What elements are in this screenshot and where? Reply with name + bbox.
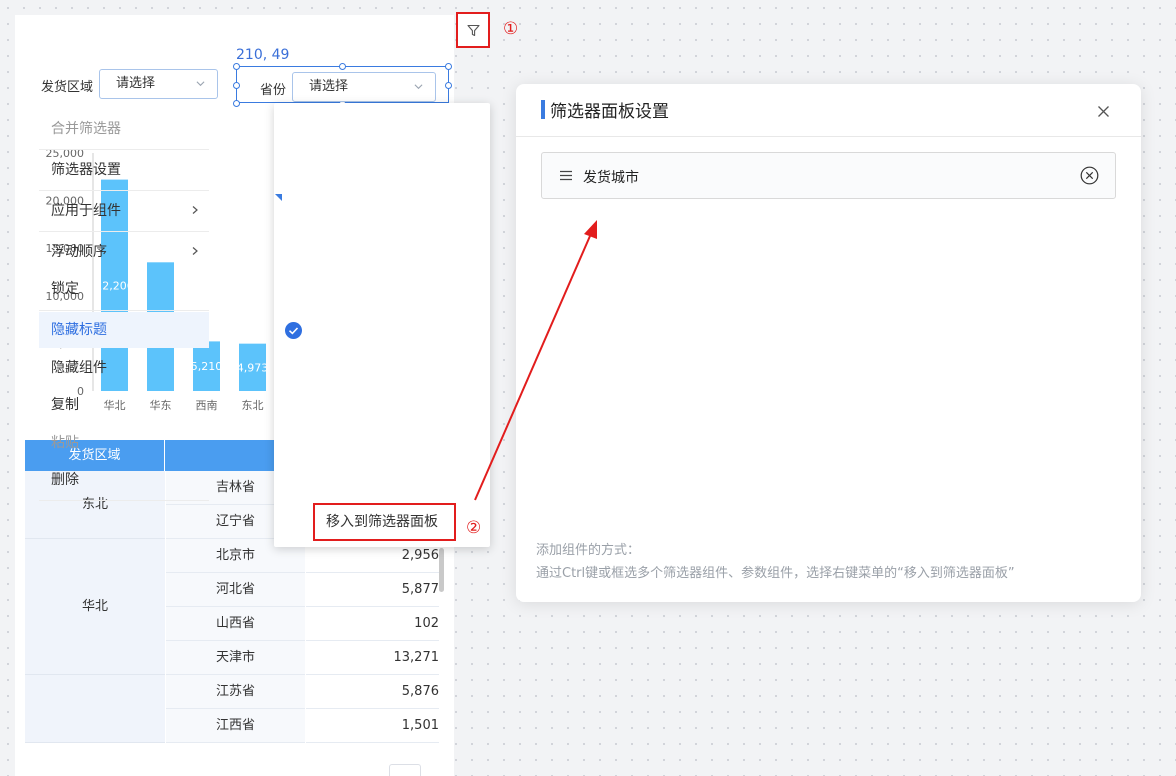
resize-handle[interactable] xyxy=(339,63,346,70)
resize-handle[interactable] xyxy=(233,82,240,89)
title-accent-bar xyxy=(541,100,545,119)
menu-item-label: 粘贴 xyxy=(51,435,79,451)
table-value-cell: 102 xyxy=(306,607,439,641)
table-province-cell: 天津市 xyxy=(166,641,305,675)
province-select-value: 请选择 xyxy=(309,79,349,94)
table-province-cell: 河北省 xyxy=(166,573,305,607)
step-1-badge: ① xyxy=(503,19,519,39)
step-2-badge: ② xyxy=(466,518,482,538)
chevron-right-icon xyxy=(192,247,198,255)
menu-item-label: 应用于组件 xyxy=(51,203,121,219)
menu-item-label: 移入到筛选器面板 xyxy=(326,514,438,530)
menu-item-hide-title[interactable]: 隐藏标题 xyxy=(39,312,209,348)
menu-item-paste[interactable]: 粘贴 xyxy=(39,424,209,462)
menu-divider xyxy=(39,310,209,311)
filter-panel-item-label: 发货城市 xyxy=(583,170,639,186)
table-province-cell: 山西省 xyxy=(166,607,305,641)
menu-divider xyxy=(39,231,209,232)
table-region-cell: 华北 xyxy=(25,539,165,675)
region-select[interactable]: 请选择 xyxy=(99,69,218,99)
resize-handle[interactable] xyxy=(445,63,452,70)
table-value-cell: 5,876 xyxy=(306,675,439,709)
chevron-down-icon xyxy=(196,81,205,87)
menu-item-label: 筛选器设置 xyxy=(51,162,121,178)
menu-item-copy[interactable]: 复制 xyxy=(39,386,209,424)
add-component-hint: 添加组件的方式： 通过Ctrl键或框选多个筛选器组件、参数组件，选择右键菜单的“… xyxy=(536,539,1015,585)
menu-item-float-order[interactable]: 浮动顺序 xyxy=(39,233,209,271)
menu-item-label: 合并筛选器 xyxy=(51,121,121,137)
table-province-cell: 江西省 xyxy=(166,709,305,743)
resize-handle[interactable] xyxy=(445,82,452,89)
menu-item-merge-filters[interactable]: 合并筛选器 xyxy=(39,110,209,148)
hint-title: 添加组件的方式： xyxy=(536,543,641,558)
table-scrollbar[interactable] xyxy=(439,548,444,592)
table-province-cell: 江苏省 xyxy=(166,675,305,709)
pager-box[interactable] xyxy=(389,764,421,776)
table-value-cell: 13,271 xyxy=(306,641,439,675)
filter-icon xyxy=(467,24,480,37)
menu-item-label: 浮动顺序 xyxy=(51,244,107,260)
region-filter-label: 发货区域 xyxy=(41,80,94,95)
remove-circle-icon[interactable] xyxy=(1080,166,1099,185)
table-value-cell: 1,501 xyxy=(306,709,439,743)
dialog-divider xyxy=(516,136,1141,137)
province-filter-label: 省份 xyxy=(260,83,287,98)
bar-value-label: 4,973 xyxy=(237,361,269,374)
menu-item-hide-component[interactable]: 隐藏组件 xyxy=(39,349,209,387)
menu-item-label: 锁定 xyxy=(51,281,79,297)
dialog-title: 筛选器面板设置 xyxy=(550,102,669,122)
menu-item-delete[interactable]: 删除 xyxy=(39,461,209,499)
menu-divider xyxy=(39,149,209,150)
x-tick-label: 东北 xyxy=(242,399,264,412)
filter-panel-item[interactable]: 发货城市 xyxy=(541,152,1116,199)
filter-panel-button[interactable] xyxy=(456,12,490,48)
menu-item-apply-to-component[interactable]: 应用于组件 xyxy=(39,192,209,230)
menu-item-label: 复制 xyxy=(51,397,79,413)
chevron-down-icon xyxy=(414,84,423,90)
check-circle-icon xyxy=(285,322,302,339)
selection-corner-marker xyxy=(275,194,282,201)
table-value-cell: 5,877 xyxy=(306,573,439,607)
region-select-value: 请选择 xyxy=(116,76,156,91)
resize-handle[interactable] xyxy=(233,100,240,107)
filter-panel-settings-dialog: 筛选器面板设置 发货城市 添加组件的方式： 通过Ctrl键或框选多个筛选器组件、… xyxy=(516,84,1141,602)
province-select[interactable]: 请选择 xyxy=(292,72,436,102)
menu-item-move-to-filter-panel[interactable]: 移入到筛选器面板 xyxy=(313,503,456,541)
selection-coordinates: 210, 49 xyxy=(236,47,290,63)
menu-divider xyxy=(39,190,209,191)
menu-item-lock[interactable]: 锁定 xyxy=(39,270,209,308)
resize-handle[interactable] xyxy=(233,63,240,70)
close-icon[interactable] xyxy=(1097,105,1110,118)
chevron-right-icon xyxy=(192,206,198,214)
menu-item-label: 删除 xyxy=(51,472,79,488)
menu-item-label: 隐藏组件 xyxy=(51,360,107,376)
menu-item-label: 隐藏标题 xyxy=(51,322,107,338)
drag-handle-icon[interactable] xyxy=(560,170,572,181)
hint-body: 通过Ctrl键或框选多个筛选器组件、参数组件，选择右键菜单的“移入到筛选器面板” xyxy=(536,566,1015,581)
menu-item-filter-settings[interactable]: 筛选器设置 xyxy=(39,151,209,189)
table-region-cell xyxy=(25,675,165,743)
context-menu xyxy=(274,103,490,547)
menu-divider xyxy=(39,500,209,501)
